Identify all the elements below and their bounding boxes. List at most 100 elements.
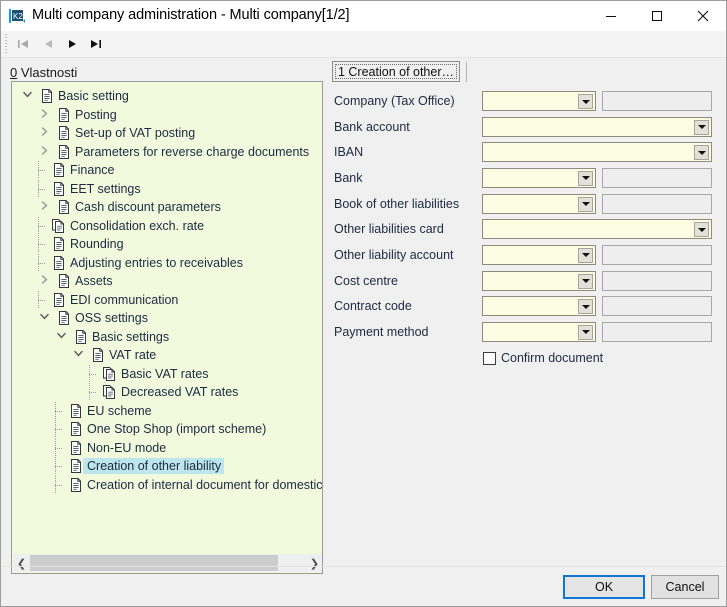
chevron-down-icon[interactable] [578,248,593,263]
chevron-right-icon[interactable] [37,275,51,287]
page-icon [90,348,105,362]
tree-item[interactable]: Cash discount parameters [37,198,224,216]
tree-label-text: Vlastnosti [21,65,77,80]
tree-item[interactable]: Rounding [37,235,127,253]
field-label: Bank account [334,117,410,137]
field-label: Contract code [334,296,412,316]
tree-item-label: Basic settings [88,329,172,345]
chevron-down-icon[interactable] [578,197,593,212]
tree-item[interactable]: Creation of other liability [54,457,224,475]
scroll-track[interactable] [30,554,306,572]
field-input[interactable] [482,245,596,265]
first-record-button[interactable] [12,35,34,53]
tree-item[interactable]: EU scheme [54,402,155,420]
tree-item[interactable]: OSS settings [37,309,151,327]
tab-creation-of-other[interactable]: 1 Creation of other… [332,61,460,82]
tree-item[interactable]: Consolidation exch. rate [37,217,207,235]
tree-item-label: Assets [71,273,116,289]
close-button[interactable] [680,1,725,31]
field-input[interactable] [482,168,596,188]
tree-item[interactable]: Finance [37,161,117,179]
confirm-document-checkbox[interactable] [483,352,496,365]
tree-item[interactable]: VAT rate [71,346,159,364]
tree-item[interactable]: Creation of internal document for domest… [54,476,323,494]
tree-item-label: OSS settings [71,310,151,326]
tree-item[interactable]: Decreased VAT rates [88,383,241,401]
tree-item[interactable]: Basic settings [54,328,172,346]
page-icon [51,237,66,251]
tree-horizontal-scrollbar[interactable]: ❮ ❯ [13,554,323,572]
tree-accelerator: 0 [10,65,17,80]
tree-item[interactable]: Adjusting entries to receivables [37,254,246,272]
tree-item[interactable]: EDI communication [37,291,181,309]
field-input[interactable] [482,142,712,162]
tree-item-label: Rounding [66,236,127,252]
chevron-right-icon[interactable] [37,109,51,121]
field-description-readonly [602,271,712,291]
chevron-down-icon[interactable] [694,222,709,237]
dialog-window: K2 Multi company administration - Multi … [0,0,727,607]
field-label: Other liability account [334,245,454,265]
page-icon [68,459,83,473]
next-record-button[interactable] [62,35,84,53]
field-input[interactable] [482,296,596,316]
ok-button[interactable]: OK [563,575,645,599]
field-input[interactable] [482,194,596,214]
chevron-down-icon[interactable] [578,325,593,340]
chevron-down-icon[interactable] [694,120,709,135]
page-icon [56,145,71,159]
chevron-down-icon[interactable] [578,94,593,109]
tree-item[interactable]: Basic setting [20,87,132,105]
tree-connector [37,254,49,272]
chevron-right-icon[interactable] [37,201,51,213]
field-input[interactable] [482,117,712,137]
last-record-button[interactable] [85,35,107,53]
tree-connector [54,457,66,475]
cancel-button[interactable]: Cancel [651,575,719,599]
scroll-thumb[interactable] [30,555,278,571]
field-description-readonly [602,296,712,316]
field-input[interactable] [482,322,596,342]
field-input[interactable] [482,219,712,239]
chevron-down-icon[interactable] [578,274,593,289]
tree-item[interactable]: One Stop Shop (import scheme) [54,420,269,438]
confirm-document-label: Confirm document [501,351,603,365]
tree-connector [37,235,49,253]
page-icon [56,108,71,122]
confirm-document-row[interactable]: Confirm document [483,349,603,367]
chevron-down-icon[interactable] [54,331,68,343]
field-input[interactable] [482,91,596,111]
tree-item[interactable]: Assets [37,272,116,290]
chevron-right-icon[interactable] [37,127,51,139]
maximize-button[interactable] [634,1,679,31]
chevron-right-icon[interactable] [37,146,51,158]
previous-record-button[interactable] [37,35,59,53]
chevron-left-icon[interactable]: ❮ [13,554,30,572]
tree-item-label: Basic VAT rates [117,366,212,382]
chevron-down-icon[interactable] [578,299,593,314]
tree-item[interactable]: Posting [37,106,120,124]
page-icon [56,311,71,325]
multi-page-icon [102,385,117,399]
minimize-button[interactable] [588,1,633,31]
page-icon [73,330,88,344]
chevron-down-icon[interactable] [694,145,709,160]
chevron-down-icon[interactable] [20,90,34,102]
tree-item[interactable]: Set-up of VAT posting [37,124,198,142]
chevron-down-icon[interactable] [578,171,593,186]
tree-item-label: Finance [66,162,117,178]
tree-item[interactable]: Parameters for reverse charge documents [37,143,312,161]
multi-page-icon [102,367,117,381]
chevron-right-icon[interactable]: ❯ [306,554,323,572]
page-icon [68,422,83,436]
chevron-down-icon[interactable] [71,349,85,361]
field-input[interactable] [482,271,596,291]
toolbar-grip[interactable] [5,34,7,53]
field-description-readonly [602,168,712,188]
chevron-down-icon[interactable] [37,312,51,324]
tree-item-label: Adjusting entries to receivables [66,255,246,271]
properties-tree[interactable]: Basic settingPostingSet-up of VAT postin… [11,81,323,574]
tree-item[interactable]: EET settings [37,180,144,198]
tree-item[interactable]: Basic VAT rates [88,365,212,383]
tree-item[interactable]: Non-EU mode [54,439,169,457]
